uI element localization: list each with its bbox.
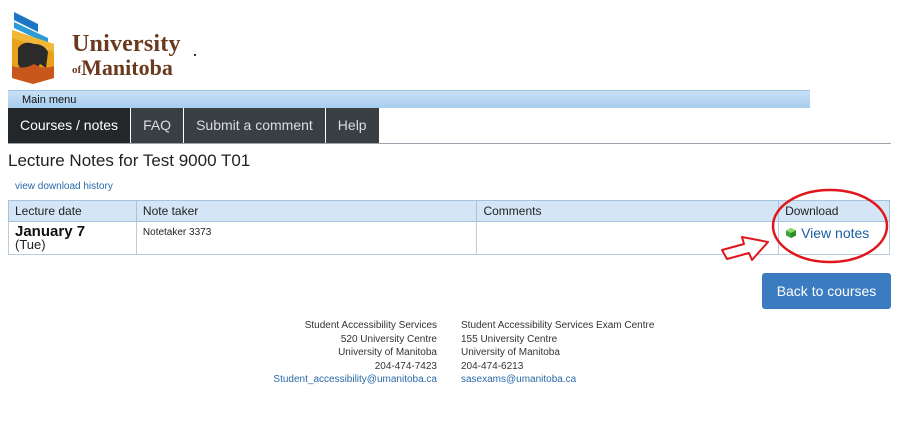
header-lecture-date: Lecture date: [8, 200, 137, 222]
table-row: January 7 (Tue) Notetaker 3373 View note…: [8, 221, 890, 255]
main-nav: Courses / notes FAQ Submit a comment Hel…: [8, 108, 380, 143]
footer-right-email-link[interactable]: sasexams@umanitoba.ca: [461, 374, 576, 385]
cell-note-taker: Notetaker 3373: [135, 221, 478, 255]
nav-submit-comment[interactable]: Submit a comment: [184, 108, 325, 143]
logo-of: of: [72, 64, 82, 76]
lecture-day: (Tue): [15, 237, 46, 252]
footer-left-name: Student Accessibility Services: [304, 320, 437, 331]
nav-faq[interactable]: FAQ: [131, 108, 184, 143]
view-download-history-link[interactable]: view download history: [15, 181, 113, 192]
logo-dot: [194, 54, 196, 56]
header-download: Download: [778, 200, 890, 222]
main-menu-label: Main menu: [22, 94, 77, 106]
cell-comments: [476, 221, 780, 255]
nav-courses-notes[interactable]: Courses / notes: [8, 108, 131, 143]
footer-left-org: University of Manitoba: [338, 347, 437, 359]
nav-help[interactable]: Help: [325, 108, 379, 143]
footer-right-org: University of Manitoba: [461, 347, 560, 359]
cell-download: View notes: [778, 221, 890, 255]
page-title: Lecture Notes for Test 9000 T01: [8, 151, 251, 170]
header-comments: Comments: [476, 200, 780, 222]
logo-manitoba: Manitoba: [81, 55, 173, 80]
footer-left-email-link[interactable]: Student_accessibility@umanitoba.ca: [273, 374, 437, 385]
footer-sas-contact: Student Accessibility Services 520 Unive…: [273, 319, 437, 387]
back-to-courses-button[interactable]: Back to courses: [762, 273, 891, 309]
footer-left-phone: 204-474-7423: [374, 360, 437, 372]
view-notes-link[interactable]: View notes: [785, 225, 883, 241]
cell-lecture-date: January 7 (Tue): [8, 221, 137, 255]
nav-divider: [8, 143, 891, 144]
footer-left-address: 520 University Centre: [340, 333, 437, 345]
lecture-notes-table: Lecture date Note taker Comments Downloa…: [8, 200, 890, 255]
logo-line2: ofManitoba: [72, 57, 181, 79]
view-notes-label: View notes: [801, 225, 870, 241]
main-menu-bar: Main menu: [8, 90, 810, 108]
footer-right-name: Student Accessibility Services Exam Cent…: [461, 320, 655, 331]
university-wordmark: University ofManitoba: [72, 32, 181, 79]
university-logo: University ofManitoba: [10, 8, 196, 88]
green-cube-icon: [786, 228, 797, 238]
header-note-taker: Note taker: [135, 200, 478, 222]
footer-right-phone: 204-474-6213: [461, 360, 524, 372]
university-shield-icon: [12, 12, 54, 84]
note-taker-name: Notetaker 3373: [142, 227, 212, 238]
table-header-row: Lecture date Note taker Comments Downloa…: [8, 200, 890, 222]
footer-right-address: 155 University Centre: [461, 333, 558, 345]
footer-exam-centre-contact: Student Accessibility Services Exam Cent…: [461, 319, 654, 387]
logo-line1: University: [72, 31, 181, 57]
